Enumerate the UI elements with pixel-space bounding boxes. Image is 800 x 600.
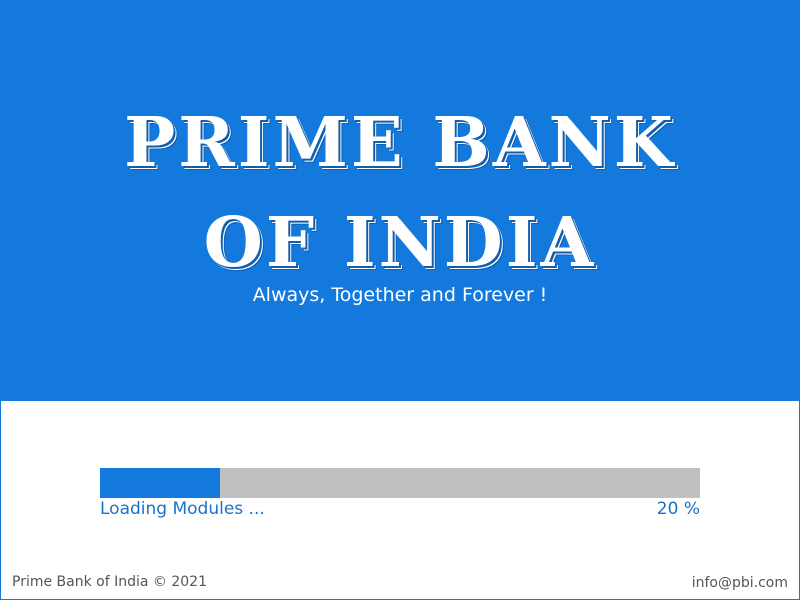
bank-name-line-1: PRIME BANK	[124, 103, 676, 183]
splash-screen: PRIME BANK OF INDIA Always, Together and…	[0, 0, 800, 600]
loading-percent-label: 20 %	[656, 499, 700, 519]
brand-banner: PRIME BANK OF INDIA Always, Together and…	[1, 1, 799, 401]
loading-progress-fill	[100, 468, 220, 498]
tagline: Always, Together and Forever !	[252, 284, 548, 306]
loading-progress-bar	[100, 468, 700, 498]
loading-status-text: Loading Modules ...	[100, 499, 265, 519]
bank-name-line-2: OF INDIA	[203, 203, 597, 283]
copyright-text: Prime Bank of India © 2021	[12, 574, 207, 590]
contact-email: info@pbi.com	[691, 575, 788, 591]
